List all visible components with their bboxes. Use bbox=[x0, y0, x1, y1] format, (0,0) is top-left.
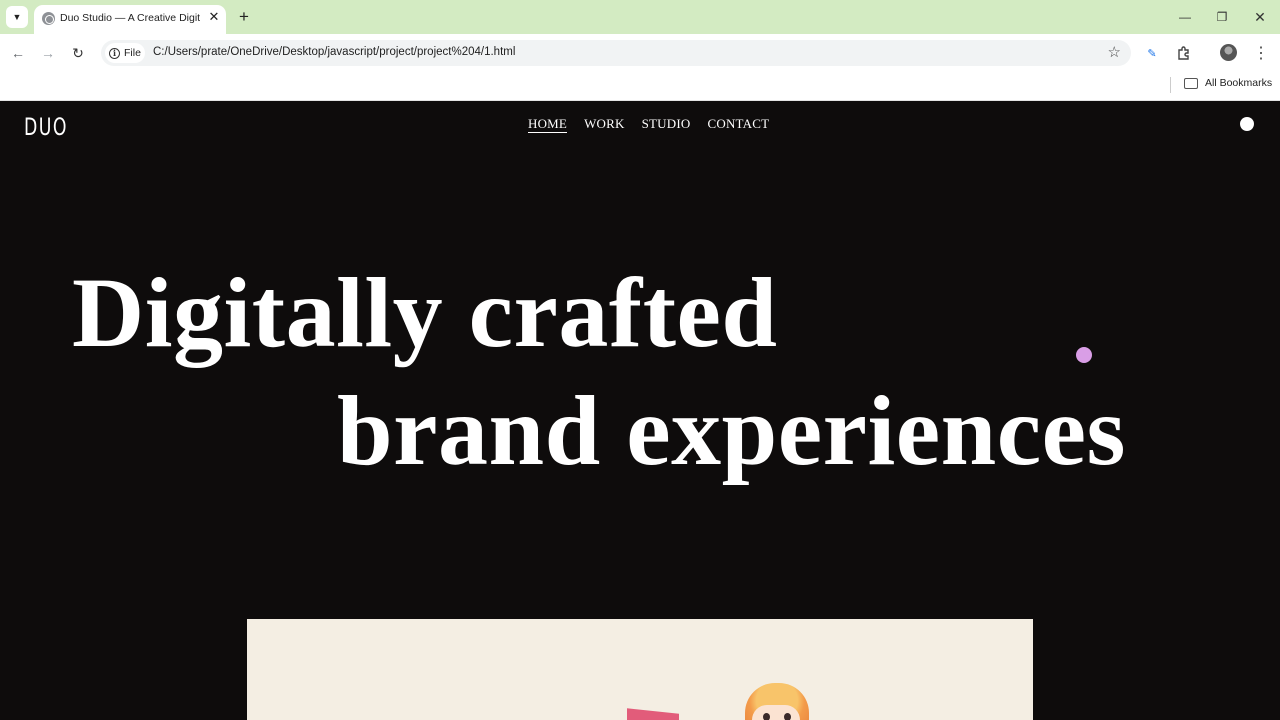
reload-button[interactable]: ↻ bbox=[68, 43, 88, 63]
hero-heading-line-2: brand experiences bbox=[337, 375, 1126, 486]
web-page: DUO HOME WORK STUDIO CONTACT Digitally c… bbox=[0, 101, 1280, 720]
tab-search-button[interactable]: ▼ bbox=[6, 6, 28, 28]
extension-pen-icon[interactable]: ✎ bbox=[1142, 43, 1162, 63]
chevron-down-icon: ▼ bbox=[12, 12, 22, 22]
new-tab-button[interactable]: + bbox=[234, 7, 254, 27]
nav-contact[interactable]: CONTACT bbox=[707, 116, 769, 133]
all-bookmarks-link[interactable]: All Bookmarks bbox=[1205, 77, 1272, 89]
more-menu-icon[interactable]: ⋮ bbox=[1251, 43, 1271, 63]
globe-icon bbox=[42, 12, 55, 25]
site-logo[interactable]: DUO bbox=[24, 113, 68, 141]
address-bar[interactable]: i File C:/Users/prate/OneDrive/Desktop/j… bbox=[101, 40, 1131, 66]
back-button[interactable]: ← bbox=[8, 43, 28, 63]
restore-button[interactable]: ❐ bbox=[1211, 7, 1233, 27]
extensions-puzzle-icon[interactable] bbox=[1174, 43, 1194, 63]
forward-button[interactable]: → bbox=[38, 43, 58, 63]
site-info-chip[interactable]: i File bbox=[105, 43, 145, 63]
bookmarks-bar: All Bookmarks bbox=[0, 72, 1280, 101]
arrow-left-icon: ← bbox=[11, 45, 25, 61]
tab-title: Duo Studio — A Creative Digital bbox=[60, 12, 200, 24]
close-window-button[interactable]: ✕ bbox=[1249, 7, 1271, 27]
bookmarks-divider bbox=[1170, 77, 1171, 93]
site-nav: HOME WORK STUDIO CONTACT bbox=[528, 116, 769, 133]
menu-dot-button[interactable] bbox=[1240, 117, 1254, 131]
arrow-right-icon: → bbox=[41, 45, 55, 61]
browser-tab[interactable]: Duo Studio — A Creative Digital ✕ bbox=[34, 5, 226, 34]
illustration-eye-right bbox=[784, 713, 791, 720]
reload-icon: ↻ bbox=[72, 44, 84, 61]
plus-icon: + bbox=[239, 7, 249, 26]
showcase-media bbox=[247, 619, 1033, 720]
nav-home[interactable]: HOME bbox=[528, 116, 568, 133]
profile-avatar[interactable] bbox=[1220, 44, 1237, 61]
close-tab-icon[interactable]: ✕ bbox=[206, 9, 222, 25]
illustration-character-face bbox=[752, 705, 800, 720]
folder-icon bbox=[1184, 78, 1198, 89]
site-chip-label: File bbox=[124, 47, 141, 59]
illustration-pink-shape bbox=[627, 708, 679, 720]
custom-cursor-dot bbox=[1076, 347, 1092, 363]
minimize-button[interactable]: — bbox=[1174, 7, 1196, 27]
nav-studio[interactable]: STUDIO bbox=[642, 116, 691, 133]
url-text[interactable]: C:/Users/prate/OneDrive/Desktop/javascri… bbox=[153, 46, 515, 58]
bookmark-star-icon[interactable]: ☆ bbox=[1108, 43, 1121, 61]
info-icon: i bbox=[109, 47, 120, 59]
browser-toolbar: ← → ↻ i File C:/Users/prate/OneDrive/Des… bbox=[0, 34, 1280, 72]
hero-heading-line-1: Digitally crafted bbox=[72, 257, 778, 368]
browser-titlebar: ▼ Duo Studio — A Creative Digital ✕ + — … bbox=[0, 0, 1280, 34]
illustration-eye-left bbox=[763, 713, 770, 720]
nav-work[interactable]: WORK bbox=[584, 116, 625, 133]
